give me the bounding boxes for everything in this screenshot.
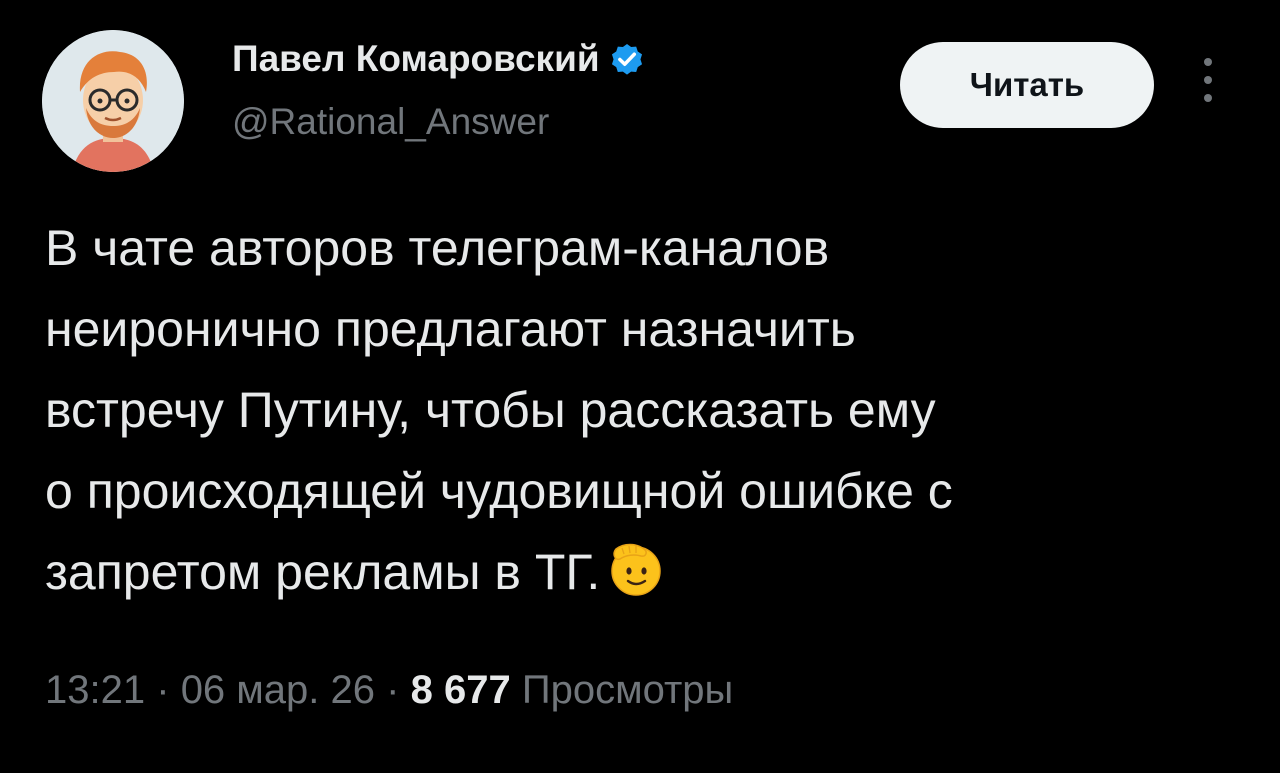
tweet-text-line: запретом рекламы в ТГ. xyxy=(45,544,601,600)
saluting-face-emoji-icon xyxy=(606,539,666,599)
dot xyxy=(1204,76,1212,84)
tweet-date[interactable]: 06 мар. 26 xyxy=(181,668,375,712)
avatar[interactable] xyxy=(42,30,184,172)
views-count: 8 677 xyxy=(410,668,511,712)
more-vertical-icon[interactable] xyxy=(1196,58,1220,114)
dot xyxy=(1204,94,1212,102)
avatar-illustration xyxy=(42,30,184,172)
dot xyxy=(1204,58,1212,66)
tweet-text-line: встречу Путину, чтобы рассказать ему xyxy=(45,382,936,438)
tweet-meta: 13:21 · 06 мар. 26 · 8 677 Просмотры xyxy=(45,668,733,713)
tweet-time[interactable]: 13:21 xyxy=(45,668,145,712)
author-name-text[interactable]: Павел Комаровский xyxy=(232,38,600,80)
follow-button[interactable]: Читать xyxy=(900,42,1154,128)
separator: · xyxy=(156,668,170,712)
views-label: Просмотры xyxy=(521,668,734,712)
tweet: Павел Комаровский @Rational_Answer Читат… xyxy=(0,0,1280,773)
verified-badge-icon xyxy=(608,40,646,78)
tweet-text-line: В чате авторов телеграм-каналов xyxy=(45,220,830,276)
tweet-text-last-line: запретом рекламы в ТГ. xyxy=(45,532,1245,613)
author-name[interactable]: Павел Комаровский xyxy=(232,38,646,80)
tweet-text: В чате авторов телеграм-каналов неиронич… xyxy=(45,208,1245,613)
author-handle[interactable]: @Rational_Answer xyxy=(232,101,549,143)
separator: · xyxy=(386,668,400,712)
tweet-text-line: о происходящей чудовищной ошибке с xyxy=(45,463,953,519)
tweet-text-line: неиронично предлагают назначить xyxy=(45,301,856,357)
